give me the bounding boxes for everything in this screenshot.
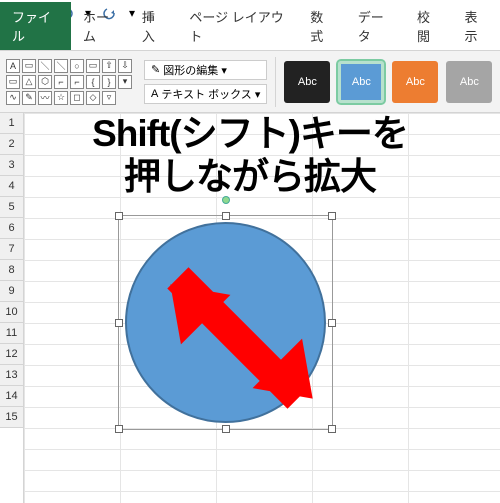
- resize-handle-e[interactable]: [328, 319, 336, 327]
- ribbon-tabs: ファイル ホーム 挿入 ページ レイアウト 数式 データ 校閲 表示: [0, 25, 500, 51]
- style-swatch-blue-selected[interactable]: Abc: [338, 61, 384, 103]
- shape-arrowup-icon[interactable]: ⇧: [102, 59, 116, 73]
- shape-styles: Abc Abc Abc Abc: [284, 61, 492, 103]
- shape-free-icon[interactable]: ✎: [22, 91, 36, 105]
- shape-gallery[interactable]: A ▭ ＼ ＼ ○ ▭ ⇧ ⇩ ▭ △ ⬡ ⌐ ⌐ { } ▾ ∿ ✎ 〰 ☆ …: [6, 59, 132, 105]
- row-header[interactable]: 15: [0, 407, 23, 428]
- row-header[interactable]: 6: [0, 218, 23, 239]
- shape-arrowdown-icon[interactable]: ⇩: [118, 59, 132, 73]
- instruction-overlay: Shift(シフト)キーを 押しながら拡大: [0, 113, 500, 198]
- row-header[interactable]: 10: [0, 302, 23, 323]
- tab-pagelayout[interactable]: ページ レイアウト: [177, 2, 298, 50]
- resize-handle-nw[interactable]: [115, 212, 123, 220]
- resize-handle-n[interactable]: [222, 212, 230, 220]
- row-header[interactable]: 7: [0, 239, 23, 260]
- text-box-button[interactable]: A テキスト ボックス ▾: [144, 84, 267, 104]
- shape-more2-icon[interactable]: ▿: [102, 91, 116, 105]
- shape-callout-icon[interactable]: ◻: [70, 91, 84, 105]
- tab-insert[interactable]: 挿入: [130, 2, 178, 50]
- row-header[interactable]: 8: [0, 260, 23, 281]
- style-swatch-orange[interactable]: Abc: [392, 61, 438, 103]
- text-box-label: テキスト ボックス ▾: [161, 86, 260, 102]
- resize-handle-w[interactable]: [115, 319, 123, 327]
- tab-data[interactable]: データ: [346, 2, 405, 50]
- ribbon: A ▭ ＼ ＼ ○ ▭ ⇧ ⇩ ▭ △ ⬡ ⌐ ⌐ { } ▾ ∿ ✎ 〰 ☆ …: [0, 51, 500, 113]
- resize-handle-ne[interactable]: [328, 212, 336, 220]
- shape-hex-icon[interactable]: ⬡: [38, 75, 52, 89]
- shape-conn-icon[interactable]: ⌐: [54, 75, 68, 89]
- shape-curve-icon[interactable]: ∿: [6, 91, 20, 105]
- shape-rect3-icon[interactable]: ▭: [6, 75, 20, 89]
- edit-shape-label: 図形の編集 ▾: [163, 62, 227, 78]
- shape-scribble-icon[interactable]: 〰: [38, 91, 52, 105]
- shape-line-icon[interactable]: ＼: [38, 59, 52, 73]
- row-header[interactable]: 11: [0, 323, 23, 344]
- resize-handle-s[interactable]: [222, 425, 230, 433]
- edit-shape-icon: ✎: [151, 63, 163, 76]
- enlarge-arrow-icon: [155, 255, 320, 420]
- instruction-line1: Shift(シフト)キーを: [0, 113, 500, 156]
- shape-more-icon[interactable]: ▾: [118, 75, 132, 89]
- instruction-line2: 押しながら拡大: [0, 156, 500, 199]
- shape-tri-icon[interactable]: △: [22, 75, 36, 89]
- resize-handle-se[interactable]: [328, 425, 336, 433]
- tab-file[interactable]: ファイル: [0, 2, 71, 50]
- row-header[interactable]: 14: [0, 386, 23, 407]
- text-box-icon: A: [151, 88, 161, 100]
- shape-line2-icon[interactable]: ＼: [54, 59, 68, 73]
- shape-brace-icon[interactable]: {: [86, 75, 100, 89]
- style-swatch-black[interactable]: Abc: [284, 61, 330, 103]
- resize-handle-sw[interactable]: [115, 425, 123, 433]
- row-header[interactable]: 12: [0, 344, 23, 365]
- shape-brace2-icon[interactable]: }: [102, 75, 116, 89]
- edit-shape-button[interactable]: ✎ 図形の編集 ▾: [144, 60, 267, 80]
- shape-star-icon[interactable]: ☆: [54, 91, 68, 105]
- shape-flow-icon[interactable]: ◇: [86, 91, 100, 105]
- tab-view[interactable]: 表示: [453, 2, 500, 50]
- row-header[interactable]: 13: [0, 365, 23, 386]
- tab-review[interactable]: 校閲: [405, 2, 453, 50]
- shape-rect-icon[interactable]: ▭: [22, 59, 36, 73]
- shape-oval-icon[interactable]: ○: [70, 59, 84, 73]
- row-header[interactable]: 9: [0, 281, 23, 302]
- style-swatch-gray[interactable]: Abc: [446, 61, 492, 103]
- shape-edit-group: ✎ 図形の編集 ▾ A テキスト ボックス ▾: [144, 60, 267, 104]
- tab-formulas[interactable]: 数式: [298, 2, 346, 50]
- ribbon-separator: [275, 57, 276, 107]
- shape-rect2-icon[interactable]: ▭: [86, 59, 100, 73]
- row-header[interactable]: 5: [0, 197, 23, 218]
- tab-home[interactable]: ホーム: [71, 2, 130, 50]
- shape-conn2-icon[interactable]: ⌐: [70, 75, 84, 89]
- shape-textbox-icon[interactable]: A: [6, 59, 20, 73]
